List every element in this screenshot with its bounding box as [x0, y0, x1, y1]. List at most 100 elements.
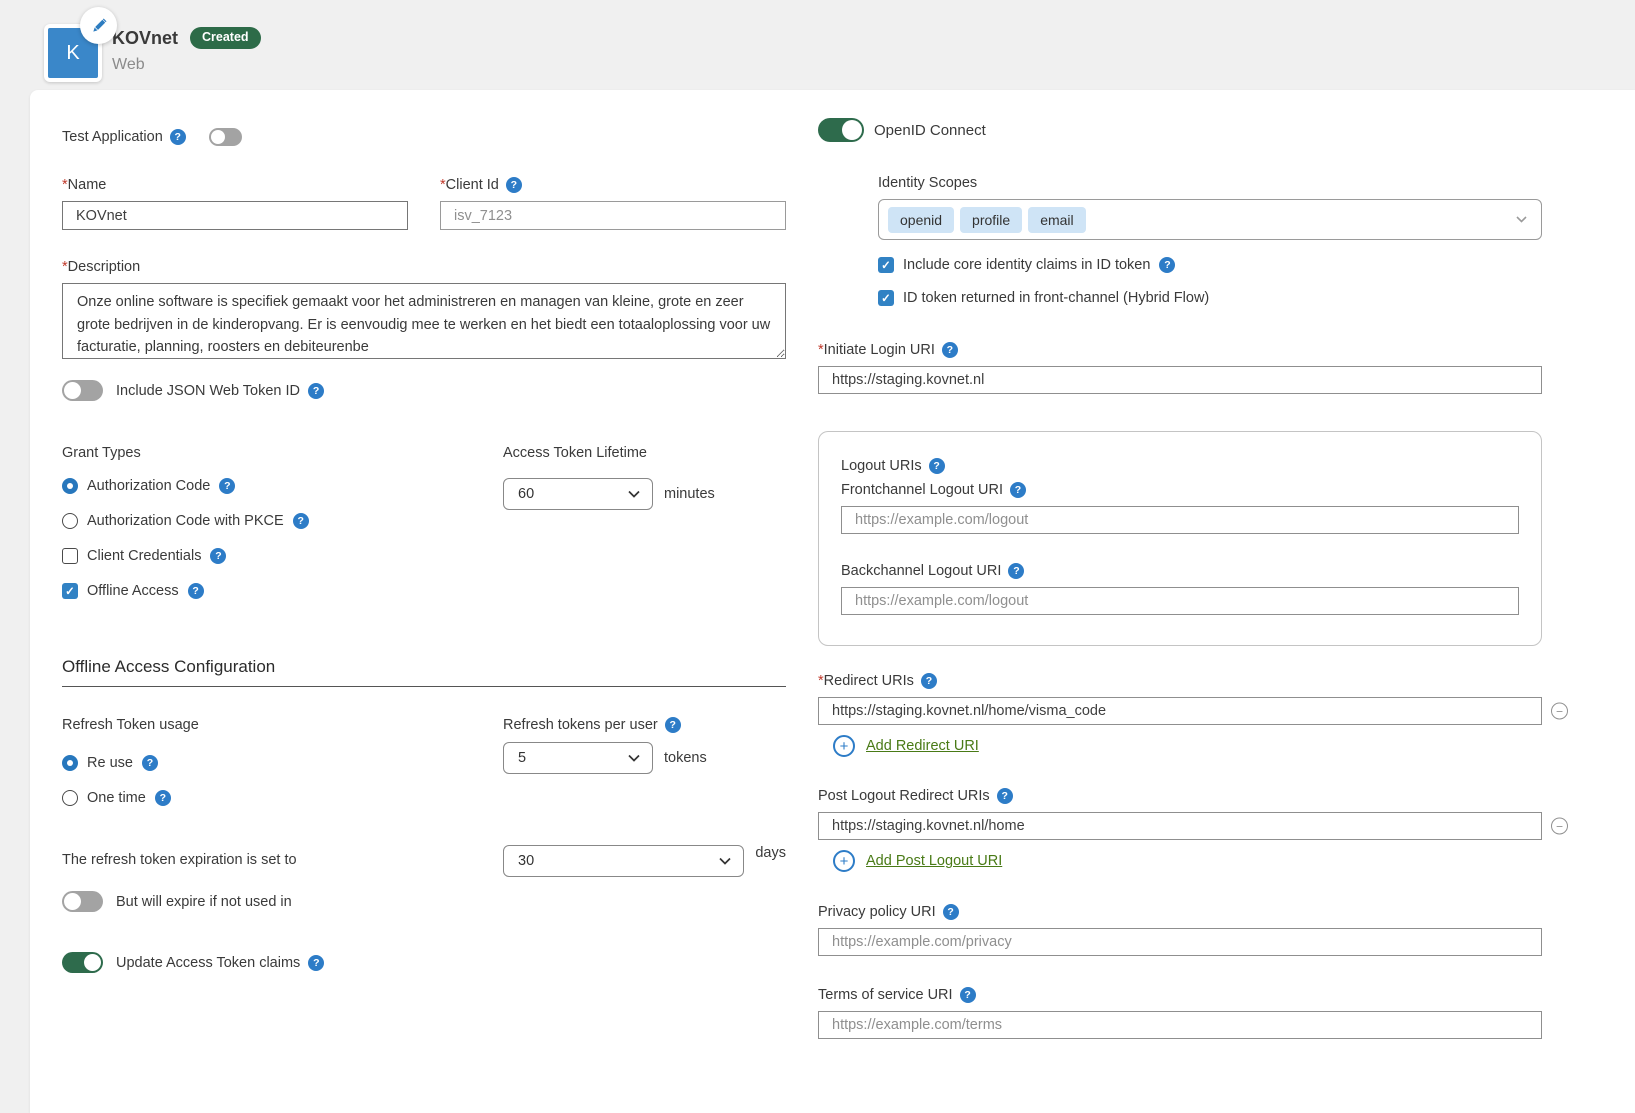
initiate-login-uri-input[interactable]: [818, 366, 1542, 394]
update-access-token-claims-toggle[interactable]: [62, 952, 103, 973]
frontchannel-logout-uri-label: Frontchannel Logout URI: [841, 482, 1003, 498]
openid-connect-toggle[interactable]: [818, 118, 864, 142]
identity-scopes-select[interactable]: openid profile email: [878, 199, 1542, 240]
tokens-unit-label: tokens: [664, 750, 707, 766]
client-credentials-label: Client Credentials: [87, 548, 201, 564]
help-icon[interactable]: ?: [155, 790, 171, 806]
redirect-uri-input[interactable]: [818, 697, 1542, 725]
help-icon[interactable]: ?: [960, 987, 976, 1003]
authorization-code-pkce-radio[interactable]: [62, 513, 78, 529]
openid-connect-label: OpenID Connect: [874, 122, 986, 139]
privacy-policy-uri-input[interactable]: [818, 928, 1542, 956]
terms-of-service-uri-input[interactable]: [818, 1011, 1542, 1039]
pencil-icon: [90, 17, 108, 35]
add-circle-icon[interactable]: +: [833, 850, 855, 872]
include-jwt-id-toggle[interactable]: [62, 380, 103, 401]
help-icon[interactable]: ?: [943, 904, 959, 920]
authorization-code-radio[interactable]: [62, 478, 78, 494]
one-time-radio[interactable]: [62, 790, 78, 806]
offline-access-checkbox[interactable]: ✓: [62, 583, 78, 599]
core-claims-checkbox[interactable]: ✓: [878, 257, 894, 273]
minutes-unit-label: minutes: [664, 486, 715, 502]
remove-post-logout-uri-icon[interactable]: −: [1551, 818, 1568, 835]
help-icon[interactable]: ?: [142, 755, 158, 771]
chevron-down-icon: [628, 754, 640, 762]
add-post-logout-uri-link[interactable]: Add Post Logout URI: [866, 853, 1002, 869]
help-icon[interactable]: ?: [1010, 482, 1026, 498]
post-logout-redirect-uris-label: Post Logout Redirect URIs: [818, 788, 990, 804]
redirect-uris-label: *Redirect URIs: [818, 673, 914, 689]
page-header: K KOVnet Created Web: [0, 0, 1635, 90]
help-icon[interactable]: ?: [942, 342, 958, 358]
refresh-token-usage-label: Refresh Token usage: [62, 717, 503, 733]
re-use-radio[interactable]: [62, 755, 78, 771]
help-icon[interactable]: ?: [921, 673, 937, 689]
help-icon[interactable]: ?: [293, 513, 309, 529]
client-id-label: *Client Id: [440, 177, 499, 193]
test-application-label: Test Application: [62, 129, 163, 145]
add-circle-icon[interactable]: +: [833, 735, 855, 757]
access-token-lifetime-select[interactable]: 60: [503, 478, 653, 510]
remove-redirect-uri-icon[interactable]: −: [1551, 703, 1568, 720]
logout-uris-heading: Logout URIs: [841, 458, 922, 474]
scope-tag: email: [1028, 207, 1085, 233]
grant-type-option: Authorization Code ?: [62, 478, 503, 494]
help-icon[interactable]: ?: [506, 177, 522, 193]
refresh-usage-option: One time ?: [62, 790, 503, 806]
offline-access-label: Offline Access: [87, 583, 179, 599]
help-icon[interactable]: ?: [188, 583, 204, 599]
client-id-input[interactable]: [440, 201, 786, 230]
backchannel-logout-uri-label: Backchannel Logout URI: [841, 563, 1001, 579]
authorization-code-pkce-label: Authorization Code with PKCE: [87, 513, 284, 529]
frontchannel-logout-uri-input[interactable]: [841, 506, 1519, 534]
add-redirect-uri-link[interactable]: Add Redirect URI: [866, 738, 979, 754]
grant-type-option: ✓ Offline Access ?: [62, 583, 503, 599]
help-icon[interactable]: ?: [1159, 257, 1175, 273]
description-textarea[interactable]: Onze online software is specifiek gemaak…: [62, 283, 786, 359]
offline-access-configuration-heading: Offline Access Configuration: [62, 657, 786, 687]
client-credentials-checkbox[interactable]: [62, 548, 78, 564]
initiate-login-uri-label: *Initiate Login URI: [818, 342, 935, 358]
help-icon[interactable]: ?: [929, 458, 945, 474]
backchannel-logout-uri-input[interactable]: [841, 587, 1519, 615]
access-token-lifetime-label: Access Token Lifetime: [503, 445, 786, 461]
app-type-label: Web: [112, 56, 261, 74]
refresh-usage-option: Re use ?: [62, 755, 503, 771]
test-application-toggle[interactable]: [209, 128, 242, 146]
name-label: *Name: [62, 177, 106, 193]
help-icon[interactable]: ?: [219, 478, 235, 494]
refresh-tokens-per-user-select[interactable]: 5: [503, 742, 653, 774]
identity-scopes-label: Identity Scopes: [878, 175, 1542, 191]
help-icon[interactable]: ?: [210, 548, 226, 564]
help-icon[interactable]: ?: [665, 717, 681, 733]
authorization-code-label: Authorization Code: [87, 478, 210, 494]
scope-tag: openid: [888, 207, 954, 233]
include-jwt-id-label: Include JSON Web Token ID: [116, 383, 300, 399]
grant-type-option: Authorization Code with PKCE ?: [62, 513, 503, 529]
logout-uris-card: Logout URIs ? Frontchannel Logout URI ? …: [818, 431, 1542, 646]
name-input[interactable]: [62, 201, 408, 230]
hybrid-flow-checkbox[interactable]: ✓: [878, 290, 894, 306]
refresh-expiration-label: The refresh token expiration is set to: [62, 845, 503, 868]
help-icon[interactable]: ?: [308, 383, 324, 399]
settings-card: Test Application ? *Name *Client Id ?: [30, 90, 1635, 1113]
refresh-expiration-select[interactable]: 30: [503, 845, 744, 877]
grant-type-option: Client Credentials ?: [62, 548, 503, 564]
re-use-label: Re use: [87, 755, 133, 771]
help-icon[interactable]: ?: [1008, 563, 1024, 579]
description-label: *Description: [62, 259, 140, 275]
scope-tag: profile: [960, 207, 1022, 233]
chevron-down-icon: [719, 857, 731, 865]
help-icon[interactable]: ?: [308, 955, 324, 971]
help-icon[interactable]: ?: [997, 788, 1013, 804]
grant-types-label: Grant Types: [62, 445, 503, 461]
test-application-row: Test Application ?: [62, 128, 786, 146]
help-icon[interactable]: ?: [170, 129, 186, 145]
refresh-tokens-per-user-label: Refresh tokens per user: [503, 717, 658, 733]
edit-app-button[interactable]: [80, 7, 117, 44]
expire-if-not-used-toggle[interactable]: [62, 891, 103, 912]
privacy-policy-uri-label: Privacy policy URI: [818, 904, 936, 920]
update-access-token-claims-label: Update Access Token claims: [116, 955, 300, 971]
chevron-down-icon: [628, 490, 640, 498]
post-logout-uri-input[interactable]: [818, 812, 1542, 840]
